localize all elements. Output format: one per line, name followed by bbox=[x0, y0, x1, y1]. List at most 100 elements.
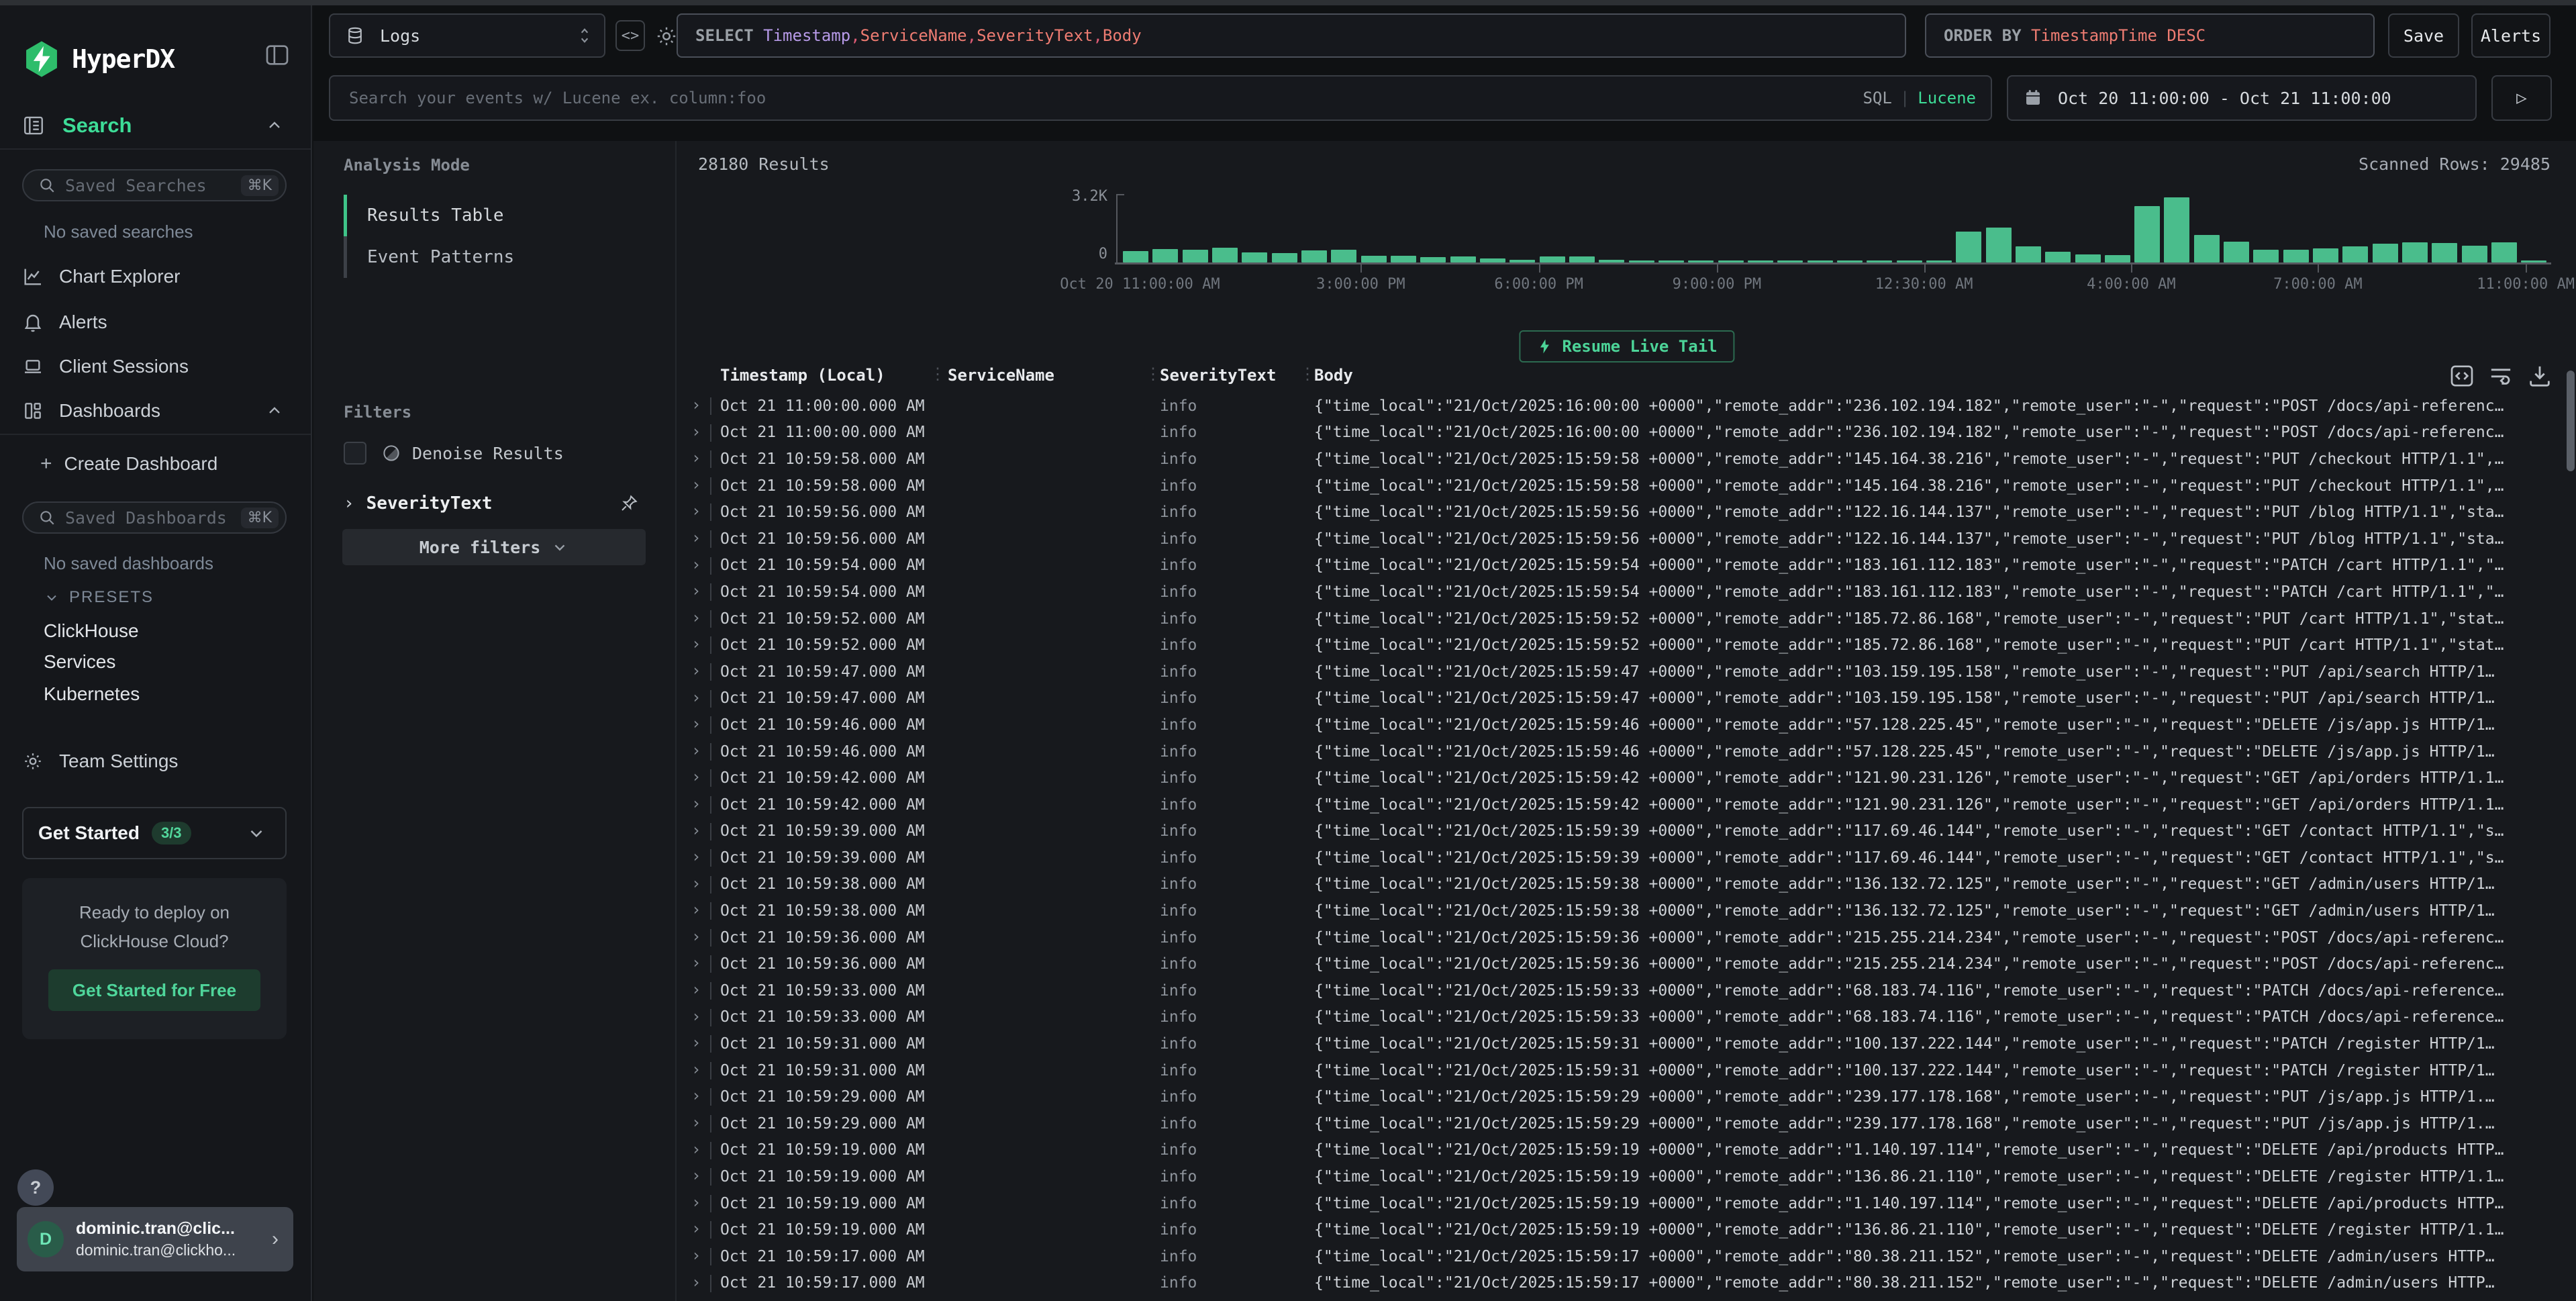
expand-chevron-icon[interactable]: › bbox=[691, 528, 701, 547]
alerts-button[interactable]: Alerts bbox=[2471, 13, 2550, 58]
table-row[interactable]: ›Oct 21 10:59:33.000 AMinfo{"time_local"… bbox=[678, 1004, 2567, 1031]
presets-group-toggle[interactable]: PRESETS bbox=[44, 588, 154, 607]
histogram-bar[interactable] bbox=[1569, 256, 1595, 262]
histogram-bar[interactable] bbox=[1242, 252, 1267, 262]
histogram-bar[interactable] bbox=[2224, 242, 2249, 262]
expand-chevron-icon[interactable]: › bbox=[691, 900, 701, 919]
table-row[interactable]: ›Oct 21 10:59:56.000 AMinfo{"time_local"… bbox=[678, 499, 2567, 526]
user-account-menu[interactable]: D dominic.tran@clic... dominic.tran@clic… bbox=[17, 1207, 293, 1271]
expand-chevron-icon[interactable]: › bbox=[691, 581, 701, 600]
table-row[interactable]: ›Oct 21 10:59:38.000 AMinfo{"time_local"… bbox=[678, 898, 2567, 924]
expand-chevron-icon[interactable]: › bbox=[691, 1086, 701, 1105]
histogram-bar[interactable] bbox=[1956, 232, 1981, 262]
source-settings-gear-icon[interactable] bbox=[654, 24, 679, 48]
expand-chevron-icon[interactable]: › bbox=[691, 448, 701, 467]
histogram-bar[interactable] bbox=[2105, 255, 2130, 262]
pin-icon[interactable] bbox=[619, 493, 639, 514]
resume-live-tail-button[interactable]: Resume Live Tail bbox=[1519, 330, 1734, 363]
table-row[interactable]: ›Oct 21 10:59:31.000 AMinfo{"time_local"… bbox=[678, 1030, 2567, 1057]
sql-mode-icon[interactable]: <> bbox=[615, 20, 645, 51]
table-row[interactable]: ›Oct 21 10:59:52.000 AMinfo{"time_local"… bbox=[678, 606, 2567, 632]
table-row[interactable]: ›Oct 21 10:59:47.000 AMinfo{"time_local"… bbox=[678, 659, 2567, 685]
table-row[interactable]: ›Oct 21 10:59:46.000 AMinfo{"time_local"… bbox=[678, 738, 2567, 765]
expand-chevron-icon[interactable]: › bbox=[691, 874, 701, 893]
table-row[interactable]: ›Oct 21 10:59:54.000 AMinfo{"time_local"… bbox=[678, 552, 2567, 579]
table-row[interactable]: ›Oct 21 10:59:56.000 AMinfo{"time_local"… bbox=[678, 526, 2567, 552]
table-scrollbar[interactable] bbox=[2567, 371, 2575, 471]
histogram-bar[interactable] bbox=[2016, 246, 2041, 262]
histogram-bar[interactable] bbox=[1152, 249, 1178, 262]
histogram-bar[interactable] bbox=[1361, 256, 1387, 262]
save-button[interactable]: Save bbox=[2388, 13, 2459, 58]
table-row[interactable]: ›Oct 21 11:00:00.000 AMinfo{"time_local"… bbox=[678, 393, 2567, 420]
sidebar-item-search[interactable]: Search bbox=[0, 106, 311, 145]
select-clause-input[interactable]: SELECT Timestamp,ServiceName,SeverityTex… bbox=[677, 13, 1906, 58]
table-row[interactable]: ›Oct 21 10:59:42.000 AMinfo{"time_local"… bbox=[678, 791, 2567, 818]
table-row[interactable]: ›Oct 21 10:59:42.000 AMinfo{"time_local"… bbox=[678, 765, 2567, 791]
expand-chevron-icon[interactable]: › bbox=[691, 1113, 701, 1132]
col-resize-handle[interactable]: ⋮ bbox=[930, 365, 946, 383]
denoise-checkbox[interactable] bbox=[344, 442, 366, 465]
col-resize-handle[interactable]: ⋮ bbox=[1299, 365, 1316, 383]
histogram-bar[interactable] bbox=[1183, 250, 1208, 262]
expand-chevron-icon[interactable]: › bbox=[691, 927, 701, 946]
histogram-bar[interactable] bbox=[1272, 253, 1297, 262]
saved-searches-input[interactable] bbox=[65, 176, 241, 195]
histogram-bar[interactable] bbox=[1540, 256, 1565, 262]
table-row[interactable]: ›Oct 21 10:59:29.000 AMinfo{"time_local"… bbox=[678, 1083, 2567, 1110]
table-row[interactable]: ›Oct 21 10:59:47.000 AMinfo{"time_local"… bbox=[678, 685, 2567, 712]
saved-dashboards-input[interactable] bbox=[65, 508, 241, 528]
histogram-bar[interactable] bbox=[2164, 197, 2189, 262]
collapse-sidebar-icon[interactable] bbox=[264, 42, 291, 68]
expand-chevron-icon[interactable]: › bbox=[691, 821, 701, 840]
tab-event-patterns[interactable]: Event Patterns bbox=[344, 236, 626, 278]
col-timestamp[interactable]: Timestamp (Local) bbox=[720, 366, 885, 385]
table-row[interactable]: ›Oct 21 10:59:29.000 AMinfo{"time_local"… bbox=[678, 1110, 2567, 1137]
create-dashboard-button[interactable]: + Create Dashboard bbox=[40, 452, 217, 475]
lucene-toggle[interactable]: Lucene bbox=[1918, 89, 1976, 107]
table-row[interactable]: ›Oct 21 10:59:19.000 AMinfo{"time_local"… bbox=[678, 1163, 2567, 1190]
table-row[interactable]: ›Oct 21 10:59:54.000 AMinfo{"time_local"… bbox=[678, 579, 2567, 606]
column-config-icon[interactable] bbox=[2448, 363, 2475, 389]
sidebar-item-services[interactable]: Services bbox=[44, 651, 115, 673]
sidebar-item-chart-explorer[interactable]: Chart Explorer bbox=[0, 255, 311, 298]
sidebar-item-dashboards[interactable]: Dashboards bbox=[0, 389, 311, 432]
expand-chevron-icon[interactable]: › bbox=[691, 741, 701, 760]
expand-chevron-icon[interactable]: › bbox=[691, 1193, 701, 1212]
expand-chevron-icon[interactable]: › bbox=[691, 688, 701, 707]
denoise-results-option[interactable]: Denoise Results bbox=[344, 442, 564, 465]
orderby-input[interactable]: ORDER BY TimestampTime DESC bbox=[1925, 13, 2375, 58]
table-row[interactable]: ›Oct 21 10:59:33.000 AMinfo{"time_local"… bbox=[678, 977, 2567, 1004]
sidebar-item-team-settings[interactable]: Team Settings bbox=[0, 740, 311, 783]
expand-chevron-icon[interactable]: › bbox=[691, 661, 701, 680]
histogram-bar[interactable] bbox=[1123, 251, 1148, 262]
expand-chevron-icon[interactable]: › bbox=[691, 1166, 701, 1185]
expand-chevron-icon[interactable]: › bbox=[691, 1273, 701, 1292]
date-range-picker[interactable]: Oct 20 11:00:00 - Oct 21 11:00:00 bbox=[2007, 75, 2477, 121]
expand-chevron-icon[interactable]: › bbox=[691, 422, 701, 441]
expand-chevron-icon[interactable]: › bbox=[691, 847, 701, 866]
sidebar-item-clickhouse[interactable]: ClickHouse bbox=[44, 620, 139, 642]
table-row[interactable]: ›Oct 21 10:59:17.000 AMinfo{"time_local"… bbox=[678, 1243, 2567, 1270]
expand-chevron-icon[interactable]: › bbox=[691, 395, 701, 414]
expand-chevron-icon[interactable]: › bbox=[691, 634, 701, 653]
histogram-bar[interactable] bbox=[2075, 254, 2101, 262]
expand-chevron-icon[interactable]: › bbox=[691, 555, 701, 574]
table-row[interactable]: ›Oct 21 10:59:58.000 AMinfo{"time_local"… bbox=[678, 473, 2567, 499]
histogram-bar[interactable] bbox=[2373, 244, 2398, 262]
histogram-bar[interactable] bbox=[2134, 206, 2160, 262]
expand-chevron-icon[interactable]: › bbox=[691, 1060, 701, 1079]
expand-chevron-icon[interactable]: › bbox=[691, 714, 701, 733]
table-row[interactable]: ›Oct 21 11:00:00.000 AMinfo{"time_local"… bbox=[678, 420, 2567, 446]
histogram-bar[interactable] bbox=[1420, 257, 1446, 262]
expand-chevron-icon[interactable]: › bbox=[691, 794, 701, 813]
histogram-bar[interactable] bbox=[1986, 228, 2012, 262]
table-row[interactable]: ›Oct 21 10:59:19.000 AMinfo{"time_local"… bbox=[678, 1137, 2567, 1164]
get-started-toggle[interactable]: Get Started 3/3 bbox=[22, 807, 287, 859]
histogram-bar[interactable] bbox=[1212, 248, 1238, 262]
table-row[interactable]: ›Oct 21 10:59:39.000 AMinfo{"time_local"… bbox=[678, 845, 2567, 871]
more-filters-button[interactable]: More filters bbox=[342, 529, 646, 565]
expand-chevron-icon[interactable]: › bbox=[691, 608, 701, 627]
expand-chevron-icon[interactable]: › bbox=[691, 1140, 701, 1159]
histogram-bar[interactable] bbox=[2491, 242, 2517, 262]
